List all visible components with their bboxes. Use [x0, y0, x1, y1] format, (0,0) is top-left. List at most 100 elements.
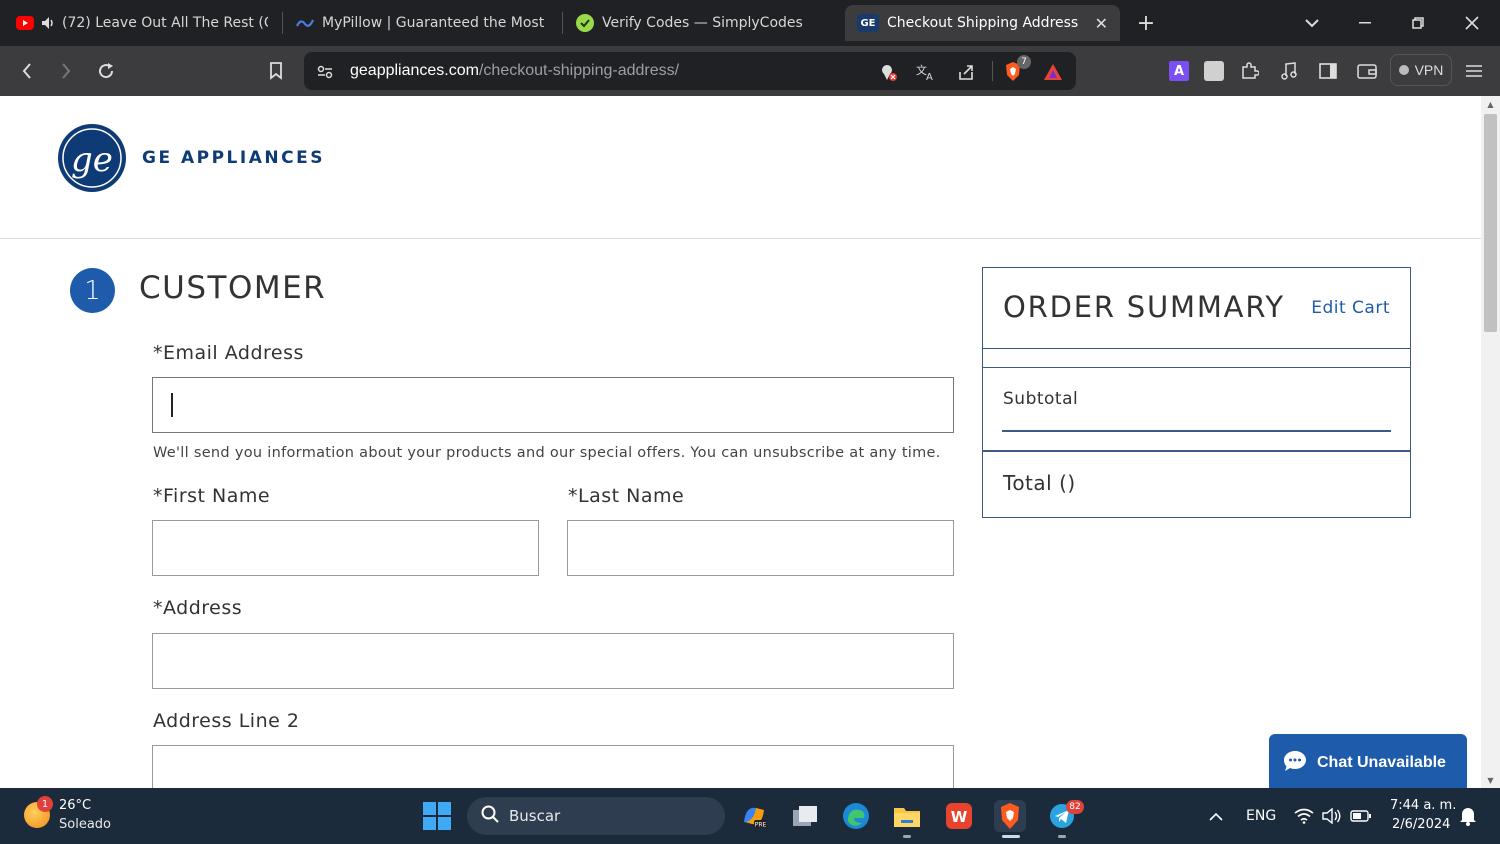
- brave-browser-icon[interactable]: [994, 800, 1026, 832]
- volume-icon[interactable]: [1316, 800, 1348, 832]
- last-name-field[interactable]: [567, 520, 954, 576]
- simplycodes-icon: [576, 14, 594, 32]
- clock-date[interactable]: 2/6/2024: [1392, 817, 1450, 832]
- tab-simplycodes[interactable]: Verify Codes — SimplyCodes: [564, 5, 840, 41]
- svg-text:ge: ge: [71, 140, 113, 180]
- order-summary-panel: ORDER SUMMARY Edit Cart Subtotal Total (…: [982, 267, 1411, 518]
- subtotal-divider: [1002, 430, 1391, 432]
- office-app-icon[interactable]: W: [943, 800, 975, 832]
- address-field[interactable]: [152, 633, 954, 689]
- search-icon: [481, 805, 499, 827]
- sidebar-toggle-icon[interactable]: [1315, 58, 1341, 84]
- subtotal-label: Subtotal: [1003, 389, 1079, 409]
- scrollbar-thumb[interactable]: [1484, 114, 1497, 332]
- total-label: Total (): [1003, 471, 1076, 495]
- tray-chevron-up-icon[interactable]: [1200, 800, 1232, 832]
- email-label: *Email Address: [153, 342, 304, 364]
- blocked-location-icon[interactable]: [877, 61, 899, 83]
- minimize-window-icon[interactable]: [1352, 10, 1378, 36]
- extension-image-icon[interactable]: [1201, 58, 1227, 84]
- page-scrollbar[interactable]: ▲ ▼: [1481, 96, 1500, 788]
- tab-title: (72) Leave Out All The Rest (Offic: [62, 15, 268, 31]
- svg-text:A: A: [926, 72, 933, 81]
- brand-name: GE APPLIANCES: [142, 148, 325, 168]
- order-summary-header: ORDER SUMMARY Edit Cart: [983, 268, 1410, 349]
- mypillow-icon: [296, 14, 314, 32]
- step-number-badge: 1: [70, 268, 115, 313]
- vpn-button[interactable]: VPN: [1390, 54, 1452, 86]
- browser-toolbar: geappliances.com/checkout-shipping-addre…: [0, 46, 1500, 96]
- site-header: ge GE APPLIANCES: [0, 96, 1481, 239]
- scroll-down-icon[interactable]: ▼: [1481, 772, 1500, 788]
- address-bar[interactable]: geappliances.com/checkout-shipping-addre…: [304, 52, 1076, 90]
- order-summary-title: ORDER SUMMARY: [1003, 290, 1285, 324]
- weather-description[interactable]: Soleado: [59, 817, 111, 832]
- tab-checkout[interactable]: GE Checkout Shipping Address ✕: [845, 5, 1120, 41]
- restore-window-icon[interactable]: [1405, 10, 1431, 36]
- tab-youtube[interactable]: (72) Leave Out All The Rest (Offic: [4, 5, 280, 41]
- youtube-icon: [16, 14, 34, 32]
- media-music-icon[interactable]: [1276, 58, 1302, 84]
- share-icon[interactable]: [955, 61, 977, 83]
- back-icon[interactable]: [14, 58, 40, 84]
- extension-a-icon[interactable]: A: [1166, 58, 1192, 84]
- svg-text:PRE: PRE: [755, 822, 767, 829]
- text-caret: [171, 393, 173, 417]
- first-name-label: *First Name: [153, 485, 271, 507]
- address-label: *Address: [153, 597, 243, 619]
- battery-icon[interactable]: [1345, 800, 1377, 832]
- page-viewport: ge GE APPLIANCES 1 CUSTOMER *Email Addre…: [0, 96, 1500, 788]
- tab-title: Verify Codes — SimplyCodes: [602, 15, 803, 31]
- taskbar-search[interactable]: Buscar: [467, 797, 725, 835]
- section-title: CUSTOMER: [139, 270, 327, 306]
- last-name-label: *Last Name: [568, 485, 685, 507]
- edit-cart-link[interactable]: Edit Cart: [1311, 298, 1390, 318]
- ge-logo[interactable]: ge: [57, 123, 127, 193]
- windows-start-icon[interactable]: [423, 802, 451, 830]
- notification-bell-icon[interactable]: [1452, 800, 1484, 832]
- chat-button[interactable]: Chat Unavailable: [1269, 734, 1467, 788]
- address-line2-field[interactable]: [152, 745, 954, 788]
- wallet-icon[interactable]: [1354, 58, 1380, 84]
- chat-label: Chat Unavailable: [1317, 754, 1446, 771]
- svg-text:W: W: [951, 808, 968, 826]
- brave-rewards-icon[interactable]: [1042, 61, 1064, 83]
- bookmark-icon[interactable]: [263, 58, 289, 84]
- site-settings-icon[interactable]: [314, 61, 336, 83]
- tab-title: MyPillow | Guaranteed the Most Cor: [322, 15, 548, 31]
- search-placeholder: Buscar: [509, 807, 561, 825]
- chat-bubble-icon: [1283, 750, 1307, 777]
- tab-list-chevron-icon[interactable]: [1299, 10, 1325, 36]
- close-window-icon[interactable]: [1459, 10, 1485, 36]
- task-view-icon[interactable]: [789, 800, 821, 832]
- browser-tab-strip: (72) Leave Out All The Rest (Offic MyPil…: [0, 0, 1500, 46]
- order-summary-items: [983, 349, 1410, 368]
- audio-playing-icon[interactable]: [42, 14, 56, 32]
- shields-count-badge: 7: [1017, 55, 1031, 69]
- ge-icon: GE: [857, 14, 879, 32]
- extensions-puzzle-icon[interactable]: [1237, 58, 1263, 84]
- file-explorer-icon[interactable]: [891, 800, 923, 832]
- reload-icon[interactable]: [93, 58, 119, 84]
- language-indicator[interactable]: ENG: [1246, 808, 1276, 824]
- scroll-up-icon[interactable]: ▲: [1481, 96, 1500, 112]
- email-field[interactable]: [152, 377, 954, 433]
- total-divider: [983, 450, 1410, 452]
- url-text[interactable]: geappliances.com/checkout-shipping-addre…: [350, 62, 679, 80]
- tab-title: Checkout Shipping Address: [887, 15, 1079, 31]
- translate-icon[interactable]: 文A: [915, 61, 937, 83]
- copilot-app-icon[interactable]: PRE: [738, 800, 770, 832]
- address-line2-label: Address Line 2: [153, 710, 300, 732]
- telegram-badge: 82: [1066, 800, 1084, 814]
- email-helper-text: We'll send you information about your pr…: [153, 445, 941, 461]
- first-name-field[interactable]: [152, 520, 539, 576]
- close-tab-icon[interactable]: ✕: [1085, 14, 1108, 33]
- new-tab-icon[interactable]: +: [1133, 10, 1159, 36]
- forward-icon[interactable]: [53, 58, 79, 84]
- tab-mypillow[interactable]: MyPillow | Guaranteed the Most Cor: [284, 5, 560, 41]
- menu-hamburger-icon[interactable]: [1461, 58, 1487, 84]
- clock-time[interactable]: 7:44 a. m.: [1390, 798, 1456, 813]
- weather-temperature[interactable]: 26°C: [59, 798, 91, 813]
- weather-badge: 1: [37, 796, 53, 812]
- edge-browser-icon[interactable]: [840, 800, 872, 832]
